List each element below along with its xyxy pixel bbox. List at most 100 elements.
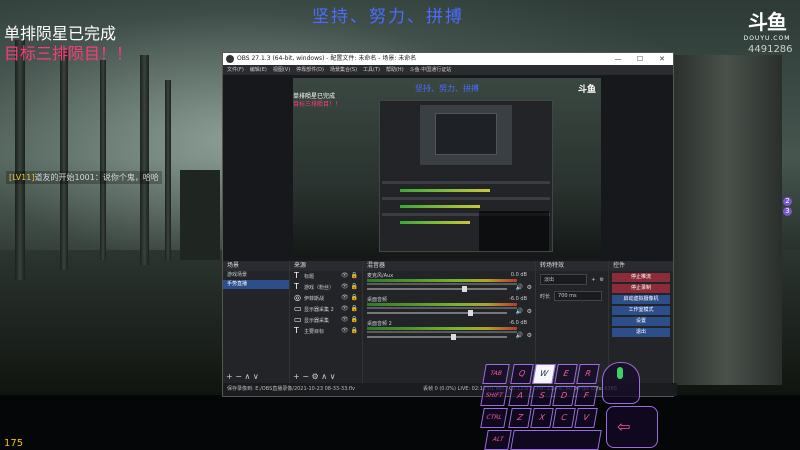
settings-button[interactable]: 设置	[612, 317, 670, 326]
move-down-icon[interactable]: ∨	[253, 372, 259, 381]
source-item[interactable]: T 游戏（粉丝） 👁 🔒	[290, 282, 362, 293]
nested-meter	[400, 189, 490, 192]
virtual-camera-button[interactable]: 启动虚拟摄像机	[612, 295, 670, 304]
key-s: S	[530, 386, 554, 406]
bottom-bar	[0, 395, 800, 450]
source-item[interactable]: ▭ 显示器采集 2 👁 🔒	[290, 304, 362, 315]
close-button[interactable]: ✕	[651, 53, 673, 65]
scenes-footer: + − ∧ ∨	[223, 371, 289, 383]
add-source-icon[interactable]: +	[293, 372, 300, 381]
volume-fader[interactable]	[367, 288, 507, 290]
key-alt: ALT	[484, 430, 512, 450]
menu-docks[interactable]: 停靠部件(D)	[296, 65, 324, 75]
scenes-header: 场景	[223, 261, 289, 271]
eye-lock-icons[interactable]: 👁 🔒	[341, 326, 358, 336]
channel-name: 桌面音频 2	[367, 321, 392, 327]
scene-item[interactable]: 游戏场景	[223, 271, 289, 280]
maximize-button[interactable]: ☐	[629, 53, 651, 65]
add-transition-icon[interactable]: +	[591, 277, 595, 283]
side-badge[interactable]: 3	[783, 207, 792, 216]
stop-streaming-button[interactable]: 停止推流	[612, 273, 670, 282]
eye-lock-icons[interactable]: 👁 🔒	[341, 282, 358, 292]
chat-message: [LV11]道友的开始1001：说你个鬼，哈哈	[6, 171, 162, 184]
key-v: V	[574, 408, 598, 428]
move-up-icon[interactable]: ∧	[245, 372, 251, 381]
obs-window-title: OBS 27.1.3 (64-bit, windows) - 配置文件: 未命名…	[237, 55, 417, 62]
studio-mode-button[interactable]: 工作室模式	[612, 306, 670, 315]
logo-mark: 斗鱼	[748, 10, 787, 34]
key-space	[510, 430, 602, 450]
gear-icon[interactable]: ⚙	[527, 308, 532, 315]
remove-source-icon[interactable]: −	[302, 372, 309, 381]
text-source-icon: T	[294, 326, 299, 335]
eye-lock-icons[interactable]: 👁 🔒	[341, 293, 358, 303]
level-meter-peak	[367, 331, 517, 333]
menu-scene-collection[interactable]: 场景集合(S)	[330, 65, 357, 75]
transitions-header: 转场特效	[536, 261, 608, 271]
transition-select[interactable]: 淡出	[540, 274, 588, 285]
key-f: F	[574, 386, 598, 406]
gear-icon[interactable]: ⚙	[527, 284, 532, 291]
channel-name: 桌面音频	[367, 297, 388, 303]
keyboard-overlay: TAB Q W E R SHIFT A S D F CTRL Z X C V A…	[480, 360, 670, 450]
tree	[140, 55, 149, 265]
menu-help[interactable]: 帮助(H)	[386, 65, 404, 75]
obs-titlebar: OBS 27.1.3 (64-bit, windows) - 配置文件: 未命名…	[223, 53, 673, 65]
volume-fader[interactable]	[367, 336, 507, 338]
fader-knob[interactable]	[462, 286, 468, 292]
level-meter-peak	[367, 307, 517, 309]
source-item[interactable]: ▭ 显示器采集 👁 🔒	[290, 315, 362, 326]
scene-item-selected[interactable]: 手势直播	[223, 280, 289, 289]
menu-file[interactable]: 文件(F)	[227, 65, 244, 75]
level-meter	[367, 303, 517, 306]
fader-knob[interactable]	[451, 334, 456, 340]
eye-lock-icons[interactable]: 👁 🔒	[341, 315, 358, 325]
text-source-icon: T	[294, 282, 299, 291]
sources-header: 来源	[290, 261, 362, 271]
source-label: 标题	[304, 274, 315, 280]
gear-icon[interactable]: ⚙	[600, 277, 604, 283]
source-label: 主要目标	[304, 329, 325, 335]
eye-lock-icons[interactable]: 👁 🔒	[341, 304, 358, 314]
fader-knob[interactable]	[467, 310, 473, 316]
move-down-icon[interactable]: ∨	[330, 372, 336, 381]
tree	[15, 40, 25, 280]
preview-canvas[interactable]: 坚持、努力、拼搏 单排陨星已完成 目标三排陨目！！ 斗鱼	[293, 78, 601, 258]
obs-app-icon	[226, 55, 234, 63]
add-scene-icon[interactable]: +	[226, 372, 233, 381]
volume-fader[interactable]	[367, 312, 507, 314]
key-q: Q	[510, 364, 534, 384]
eye-lock-icons[interactable]: 👁 🔒	[341, 271, 358, 281]
duration-input[interactable]: 700 ms	[554, 291, 603, 301]
source-item[interactable]: ◎ 伊菲斯战 👁 🔒	[290, 293, 362, 304]
move-up-icon[interactable]: ∧	[321, 372, 327, 381]
source-item[interactable]: T 标题 👁 🔒	[290, 271, 362, 282]
stop-recording-button[interactable]: 停止录制	[612, 284, 670, 293]
gear-icon[interactable]: ⚙	[527, 332, 532, 339]
speaker-icon[interactable]: 🔊	[516, 332, 523, 339]
preview-logo: 斗鱼	[578, 85, 597, 95]
tree	[165, 80, 171, 260]
overlay-line-2: 目标三排陨目！！	[4, 44, 133, 63]
remove-scene-icon[interactable]: −	[235, 372, 242, 381]
display-source-icon: ▭	[294, 304, 302, 313]
menu-tools[interactable]: 工具(T)	[363, 65, 380, 75]
minimize-button[interactable]: —	[607, 53, 629, 65]
platform-logo[interactable]: 斗鱼 DOUYU.COM	[740, 6, 794, 42]
mixer-header: 混音器	[363, 261, 535, 271]
side-badge[interactable]: 2	[783, 197, 792, 206]
speaker-icon[interactable]: 🔊	[516, 308, 523, 315]
source-settings-icon[interactable]: ⚙	[312, 372, 319, 381]
channel-db: 0.0 dB	[510, 272, 527, 278]
menu-edit[interactable]: 编辑(E)	[250, 65, 267, 75]
source-item[interactable]: T 主要目标 👁 🔒	[290, 326, 362, 337]
menu-douyu[interactable]: 斗鱼·中国通行证站	[410, 65, 452, 75]
key-a: A	[508, 386, 532, 406]
source-label: 显示器采集	[304, 318, 330, 324]
menu-view[interactable]: 视图(V)	[273, 65, 290, 75]
exit-button[interactable]: 退出	[612, 328, 670, 337]
speaker-icon[interactable]: 🔊	[516, 284, 523, 291]
game-source-icon: ◎	[294, 293, 301, 302]
viewer-count: 4491286	[748, 44, 793, 55]
nested-row	[382, 197, 550, 200]
